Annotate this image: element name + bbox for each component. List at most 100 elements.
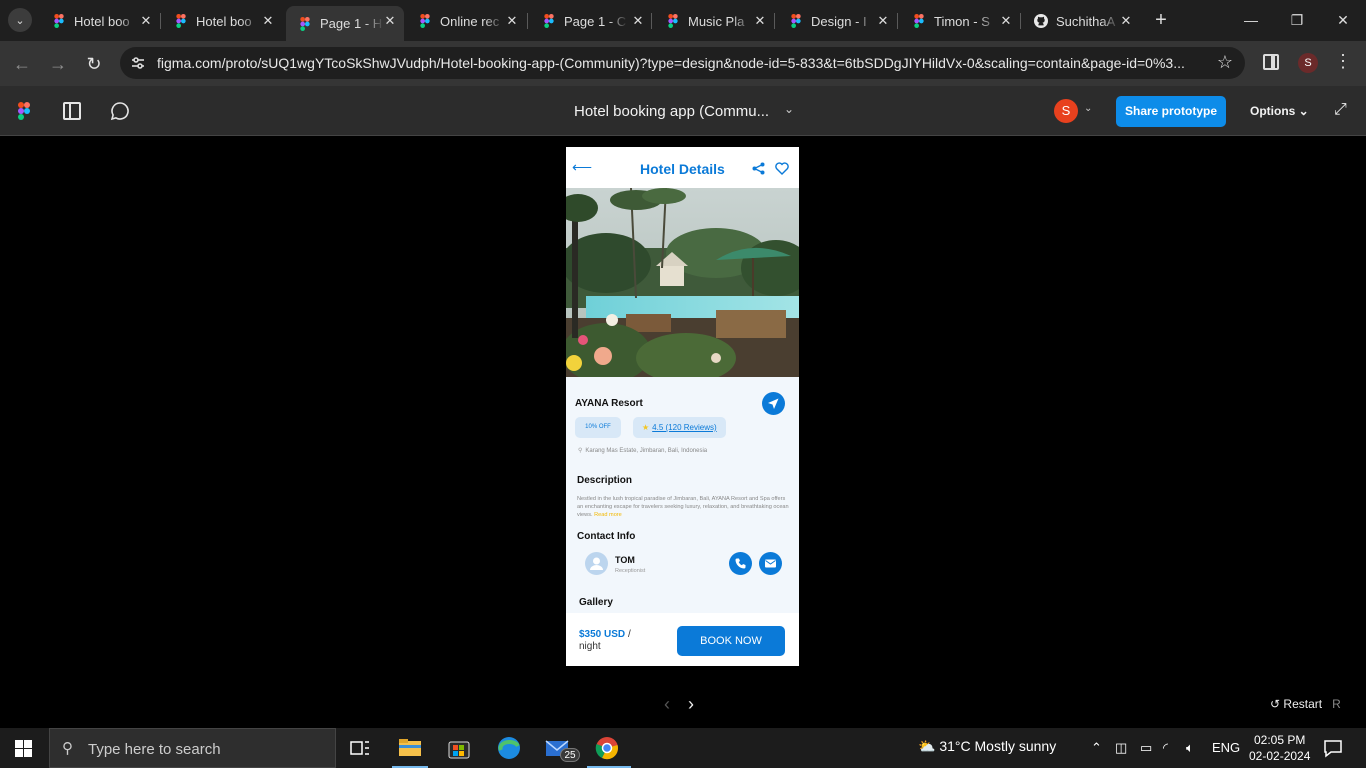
options-menu[interactable]: Options ⌄ (1250, 104, 1309, 118)
minimize-window-button[interactable]: — (1236, 8, 1266, 32)
search-icon: ⚲ (62, 740, 73, 757)
close-tab-icon[interactable]: ✕ (630, 13, 646, 29)
tab-page-1-c[interactable]: Page 1 - C ✕ (530, 6, 652, 36)
browser-menu-icon[interactable]: ⋮ (1334, 51, 1352, 72)
send-location-button[interactable] (762, 392, 785, 415)
back-button[interactable]: ← (10, 52, 34, 76)
hotel-name: AYANA Resort (575, 398, 643, 409)
figma-favicon-icon (544, 14, 554, 28)
task-view-icon[interactable] (347, 735, 373, 761)
side-panel-icon[interactable] (1263, 54, 1279, 70)
new-tab-button[interactable]: + (1150, 9, 1172, 31)
tab-github[interactable]: SuchithaA ✕ (1022, 6, 1140, 36)
share-prototype-button[interactable]: Share prototype (1116, 96, 1226, 127)
call-button[interactable] (729, 552, 752, 575)
close-tab-icon[interactable]: ✕ (138, 13, 154, 29)
close-tab-icon[interactable]: ✕ (998, 13, 1014, 29)
tab-search-button[interactable]: ⌄ (8, 8, 32, 32)
notification-icon[interactable] (1322, 737, 1344, 759)
chevron-down-icon[interactable]: ⌄ (1084, 103, 1092, 114)
mail-unread-badge: 25 (560, 748, 580, 762)
tab-hotel-booking-2[interactable]: Hotel boo ✕ (162, 6, 282, 36)
weather-widget[interactable]: ⛅ 31°C Mostly sunny (918, 738, 1056, 755)
back-arrow-icon[interactable]: ⟵ (572, 159, 592, 176)
microsoft-store-icon[interactable] (446, 735, 472, 761)
restore-window-button[interactable]: ❐ (1282, 8, 1312, 32)
figma-favicon-icon (420, 14, 430, 28)
tab-title: Design - I (811, 13, 867, 29)
figma-favicon-icon (54, 14, 64, 28)
language-indicator[interactable]: ENG (1212, 740, 1240, 755)
read-more-link[interactable]: Read more (594, 512, 622, 518)
restart-button[interactable]: ↺ Restart R (1270, 697, 1341, 711)
figma-header: Hotel booking app (Commu... ⌄ S ⌄ Share … (0, 86, 1366, 136)
next-frame-icon[interactable]: › (688, 694, 694, 715)
figma-favicon-icon (791, 14, 801, 28)
restart-label: Restart (1283, 697, 1323, 711)
price-separator: / (628, 629, 631, 640)
figma-favicon-icon (300, 16, 310, 31)
page-title: Hotel Details (640, 161, 725, 177)
tab-design[interactable]: Design - I ✕ (777, 6, 897, 36)
user-avatar[interactable]: S (1054, 99, 1078, 123)
contact-avatar (585, 552, 608, 575)
figma-favicon-icon (914, 14, 924, 28)
close-tab-icon[interactable]: ✕ (504, 13, 520, 29)
email-button[interactable] (759, 552, 782, 575)
figma-logo-icon[interactable] (18, 102, 30, 120)
tab-online-rec[interactable]: Online rec ✕ (406, 6, 526, 36)
file-explorer-icon[interactable] (397, 735, 423, 761)
forward-button[interactable]: → (46, 52, 70, 76)
tab-timon[interactable]: Timon - S ✕ (900, 6, 1020, 36)
edge-browser-icon[interactable] (496, 735, 522, 761)
chevron-down-icon[interactable]: ⌄ (784, 102, 794, 116)
rating-text: 4.5 (120 Reviews) (652, 423, 717, 432)
tab-page-1-active[interactable]: Page 1 - H ✕ (286, 6, 404, 41)
battery-icon[interactable]: ▭ (1140, 740, 1152, 756)
rating-badge[interactable]: ★ 4.5 (120 Reviews) (633, 417, 726, 438)
clock-time: 02:05 PM (1254, 733, 1306, 747)
chrome-browser-icon[interactable] (594, 735, 620, 761)
meet-now-icon[interactable]: ◫ (1115, 740, 1127, 756)
close-tab-icon[interactable]: ✕ (875, 13, 891, 29)
previous-frame-icon[interactable]: ‹ (664, 694, 670, 715)
address-bar[interactable]: figma.com/proto/sUQ1wgYTcoSkShwJVudph/Ho… (120, 47, 1245, 79)
hotel-info-section: AYANA Resort 10% OFF ★ 4.5 (120 Reviews) … (566, 377, 799, 613)
location-pin-icon: ⚲ (578, 448, 583, 454)
weather-text: 31°C Mostly sunny (939, 738, 1057, 754)
tab-title: Page 1 - C (564, 13, 627, 29)
fullscreen-icon[interactable]: ⤢ (1334, 101, 1347, 119)
windows-start-icon[interactable] (15, 740, 32, 757)
sidebar-toggle-icon[interactable] (63, 102, 81, 120)
url-text[interactable]: figma.com/proto/sUQ1wgYTcoSkShwJVudph/Ho… (157, 55, 1217, 71)
reload-button[interactable]: ↻ (82, 52, 106, 76)
share-icon[interactable] (752, 162, 765, 175)
volume-icon[interactable]: 🔈︎ (1186, 740, 1194, 756)
weather-sun-icon: ⛅ (918, 738, 936, 754)
tab-hotel-booking-1[interactable]: Hotel boo ✕ (40, 6, 160, 36)
close-tab-icon[interactable]: ✕ (752, 13, 768, 29)
hotel-photo (566, 188, 799, 377)
show-hidden-icons-icon[interactable]: ⌃ (1091, 740, 1102, 756)
system-clock[interactable]: 02:05 PM 02-02-2024 (1249, 732, 1310, 764)
file-title[interactable]: Hotel booking app (Commu... (574, 103, 769, 120)
phone-icon (735, 558, 746, 569)
tab-title: Music Pla (688, 13, 745, 29)
bookmark-star-icon[interactable]: ☆ (1217, 52, 1233, 73)
heart-icon[interactable] (775, 162, 789, 175)
comment-icon[interactable] (110, 101, 130, 121)
restart-icon: ↺ (1270, 697, 1281, 711)
profile-avatar[interactable]: S (1298, 53, 1318, 73)
tab-music-player[interactable]: Music Pla ✕ (654, 6, 774, 36)
close-tab-icon[interactable]: ✕ (1118, 13, 1134, 29)
taskbar-search-box[interactable]: ⚲ Type here to search (49, 728, 336, 768)
close-tab-icon[interactable]: ✕ (382, 13, 398, 29)
github-favicon-icon (1034, 14, 1048, 28)
wifi-icon[interactable]: ◜ (1163, 740, 1168, 756)
book-now-button[interactable]: BOOK NOW (677, 626, 785, 656)
close-tab-icon[interactable]: ✕ (260, 13, 276, 29)
close-window-button[interactable]: ✕ (1328, 8, 1358, 32)
site-settings-icon[interactable] (130, 55, 146, 71)
discount-badge: 10% OFF (575, 417, 621, 438)
location-row: ⚲ Karang Mas Estate, Jimbaran, Bali, Indo… (578, 447, 707, 454)
